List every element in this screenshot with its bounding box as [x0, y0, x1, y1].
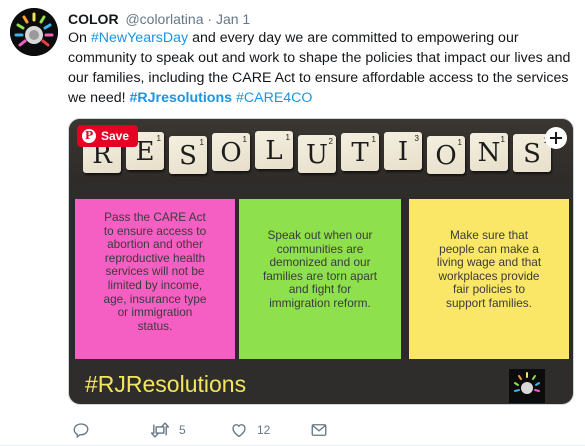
scrabble-tile: U2 — [298, 135, 336, 173]
text-part: On — [68, 30, 91, 46]
color-logo-icon — [10, 8, 58, 56]
scrabble-tile: T1 — [341, 133, 379, 171]
scrabble-tile: S1 — [169, 136, 207, 174]
note-text: Make sure that people can make a living … — [436, 228, 542, 310]
retweet-count: 5 — [179, 423, 186, 437]
save-label: Save — [101, 129, 130, 143]
tile-letter: I — [397, 137, 409, 167]
tile-letter: T — [351, 138, 369, 168]
tweet-header: COLOR @colorlatina · Jan 1 — [68, 10, 250, 28]
color-logo-icon — [509, 369, 545, 403]
avatar[interactable] — [10, 8, 58, 56]
reply-icon — [73, 423, 89, 439]
scrabble-tile: O1 — [212, 133, 250, 171]
author-name[interactable]: COLOR — [68, 11, 119, 27]
tile-letter: E — [135, 137, 155, 167]
retweet-icon — [150, 422, 170, 438]
tile-score: 1 — [242, 135, 247, 144]
image-hashtag: #RJResolutions — [85, 371, 247, 397]
tile-score: 1 — [371, 135, 376, 144]
scrabble-tile: L1 — [255, 131, 293, 169]
reply-button[interactable] — [72, 420, 99, 440]
tile-letter: U — [306, 140, 328, 170]
scrabble-tiles: R1E1S1O1L1U2T1I3O1N1S1 — [83, 131, 558, 175]
tweet-actions: 5 12 — [68, 420, 488, 440]
tile-score: 1 — [500, 135, 505, 144]
like-count: 12 — [257, 423, 271, 437]
tweet-image[interactable]: R1E1S1O1L1U2T1I3O1N1S1 P Save Pass the C… — [68, 118, 574, 405]
heart-icon — [232, 424, 246, 438]
pinterest-icon: P — [82, 129, 96, 143]
tile-letter: N — [477, 138, 501, 168]
scrabble-tile: I3 — [384, 132, 422, 170]
scrabble-tile: N1 — [470, 133, 508, 171]
tile-letter: S — [523, 139, 541, 169]
tile-score: 1 — [199, 138, 204, 147]
tile-score: 1 — [285, 133, 290, 142]
retweet-button[interactable]: 5 — [150, 420, 186, 440]
tile-letter: O — [220, 138, 242, 168]
tile-score: 1 — [457, 138, 462, 147]
tile-score: 3 — [414, 134, 419, 143]
envelope-icon — [311, 424, 327, 436]
tile-score: 1 — [156, 134, 161, 143]
like-button[interactable]: 12 — [230, 420, 270, 440]
tile-letter: O — [435, 141, 457, 171]
hashtag-link[interactable]: #RJresolutions — [130, 90, 233, 106]
tweet-text: On #NewYearsDay and every day we are com… — [68, 28, 573, 108]
tile-letter: S — [179, 141, 197, 171]
sticky-note-yellow: Make sure that people can make a living … — [409, 199, 569, 359]
author-handle[interactable]: @colorlatina — [125, 11, 203, 27]
note-text: Pass the CARE Act to ensure access to ab… — [103, 210, 207, 333]
separator: · — [207, 11, 213, 27]
hashtag-link[interactable]: #CARE4CO — [236, 90, 312, 106]
expand-icon[interactable] — [545, 127, 567, 149]
direct-message-button[interactable] — [310, 420, 328, 440]
hashtag-link[interactable]: #NewYearsDay — [91, 30, 188, 46]
scrabble-tile: O1 — [427, 136, 465, 174]
tile-letter: L — [265, 136, 283, 166]
note-text: Speak out when our communities are demon… — [262, 228, 378, 310]
sticky-note-pink: Pass the CARE Act to ensure access to ab… — [75, 199, 235, 359]
tweet: COLOR @colorlatina · Jan 1 On #NewYearsD… — [0, 0, 585, 446]
sticky-notes: Pass the CARE Act to ensure access to ab… — [69, 199, 573, 359]
tile-score: 2 — [328, 137, 333, 146]
sticky-note-green: Speak out when our communities are demon… — [239, 199, 401, 359]
pinterest-save-button[interactable]: P Save — [77, 125, 139, 147]
tweet-date[interactable]: Jan 1 — [216, 11, 250, 27]
